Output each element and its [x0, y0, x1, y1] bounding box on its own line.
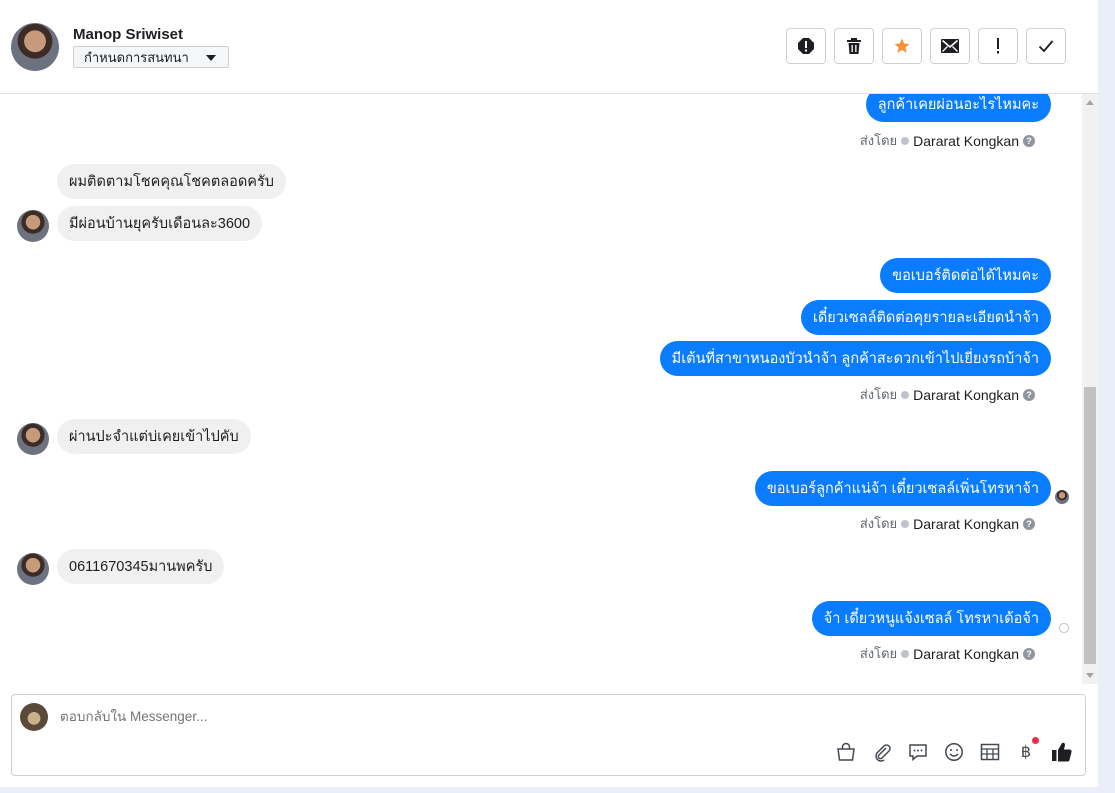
outgoing-message[interactable]: มีเต้นที่สาขาหนองบัวนำจ้า ลูกค้าสะดวกเข้…: [659, 341, 1051, 376]
shop-button[interactable]: [835, 741, 857, 763]
mark-unread-button[interactable]: [930, 28, 970, 64]
sent-by-prefix: ส่งโดย: [859, 646, 898, 661]
sender-status-icon: [901, 390, 910, 399]
message-text: ขอเบอร์ลูกค้าแน่จ้า เดี๋ยวเซลล์เพิ่นโทรห…: [766, 481, 1039, 497]
seen-avatar: [1055, 490, 1069, 504]
calendar-table-icon: [980, 743, 1000, 761]
help-icon[interactable]: ?: [1023, 134, 1035, 147]
message-text: ลูกค้าเคยผ่อนอะไรไหมคะ: [877, 97, 1039, 113]
spam-icon: [798, 38, 814, 54]
sender-name: Dararat Kongkan: [913, 515, 1019, 532]
outgoing-message[interactable]: จ้า เดี๋ยวหนูแจ้งเซลล์ โทรหาเด้อจ้า: [811, 601, 1051, 636]
scroll-down-arrow[interactable]: [1086, 673, 1094, 678]
emoji-button[interactable]: [943, 741, 965, 763]
message-thread[interactable]: ลูกค้าเคยผ่อนอะไรไหมคะ ส่งโดย Dararat Ko…: [0, 94, 1082, 684]
incoming-message[interactable]: มีผ่อนบ้านยุครับเดือนละ3600: [57, 206, 263, 241]
assign-conversation-label: กำหนดการสนทนา: [84, 50, 189, 66]
sender-status-icon: [901, 136, 910, 145]
sent-by-row: ส่งโดย Dararat Kongkan ?: [860, 643, 1035, 664]
outgoing-message[interactable]: ขอเบอร์ติดต่อได้ไหมคะ: [880, 258, 1051, 293]
composer-toolbar: ฿: [835, 737, 1073, 763]
page-avatar: [20, 703, 48, 731]
outgoing-message[interactable]: ขอเบอร์ลูกค้าแน่จ้า เดี๋ยวเซลล์เพิ่นโทรห…: [754, 471, 1051, 506]
saved-replies-button[interactable]: [907, 741, 929, 763]
message-text: ขอเบอร์ติดต่อได้ไหมคะ: [892, 268, 1039, 284]
help-icon[interactable]: ?: [1023, 388, 1035, 401]
sender-status-icon: [901, 519, 910, 528]
message-text: เดี๋ยวเซลล์ติดต่อคุยรายละเอียดนำจ้า: [812, 310, 1039, 326]
outgoing-message[interactable]: เดี๋ยวเซลล์ติดต่อคุยรายละเอียดนำจ้า: [800, 300, 1051, 335]
delivered-icon: [1059, 623, 1069, 633]
assign-conversation-dropdown[interactable]: กำหนดการสนทนา: [73, 46, 229, 68]
sender-name: Dararat Kongkan: [913, 386, 1019, 403]
sender-name: Dararat Kongkan: [913, 645, 1019, 662]
appointment-button[interactable]: [979, 741, 1001, 763]
contact-avatar[interactable]: [17, 553, 49, 585]
contact-name[interactable]: Manop Sriwiset: [73, 26, 183, 43]
sender-name: Dararat Kongkan: [913, 132, 1019, 149]
incoming-message[interactable]: ผ่านปะจำแต่บ่เคยเข้าไปคับ: [57, 419, 251, 454]
paperclip-icon: [875, 744, 891, 762]
speech-bubble-icon: [909, 744, 927, 762]
emoji-icon: [945, 743, 963, 761]
outgoing-message[interactable]: ลูกค้าเคยผ่อนอะไรไหมคะ: [865, 94, 1051, 122]
shop-icon: [837, 742, 855, 761]
message-text: มีผ่อนบ้านยุครับเดือนละ3600: [69, 216, 251, 232]
caret-down-icon: [206, 55, 216, 61]
help-icon[interactable]: ?: [1023, 517, 1035, 530]
notification-dot: [1032, 737, 1039, 744]
sent-by-row: ส่งโดย Dararat Kongkan ?: [860, 130, 1035, 151]
sender-status-icon: [901, 649, 910, 658]
thumbs-up-icon: [1052, 742, 1072, 762]
reply-composer: ฿: [11, 694, 1086, 776]
sent-by-row: ส่งโดย Dararat Kongkan ?: [860, 384, 1035, 405]
attach-button[interactable]: [871, 741, 893, 763]
star-button[interactable]: [882, 28, 922, 64]
message-text: ผ่านปะจำแต่บ่เคยเข้าไปคับ: [69, 429, 239, 445]
sent-by-prefix: ส่งโดย: [859, 387, 898, 402]
scroll-up-arrow[interactable]: [1086, 100, 1094, 105]
sent-by-prefix: ส่งโดย: [859, 516, 898, 531]
baht-icon: ฿: [1020, 744, 1032, 761]
help-icon[interactable]: ?: [1023, 647, 1035, 660]
incoming-message[interactable]: ผมติดตามโชคคุณโชคตลอดครับ: [57, 164, 286, 199]
contact-avatar[interactable]: [17, 210, 49, 242]
conversation-panel: Manop Sriwiset กำหนดการสนทนา ลูกค้าเคยผ่…: [0, 0, 1098, 787]
incoming-message[interactable]: 0611670345มานพครับ: [57, 549, 225, 584]
contact-avatar[interactable]: [17, 423, 49, 455]
scroll-thumb[interactable]: [1084, 387, 1096, 664]
conversation-header: Manop Sriwiset กำหนดการสนทนา: [0, 0, 1098, 94]
envelope-icon: [941, 39, 959, 53]
payment-button[interactable]: ฿: [1015, 737, 1039, 763]
conversation-toolbar: [786, 28, 1066, 64]
checkmark-icon: [1038, 40, 1054, 53]
mark-spam-button[interactable]: [786, 28, 826, 64]
like-button[interactable]: [1051, 741, 1073, 763]
sent-by-prefix: ส่งโดย: [859, 133, 898, 148]
sent-by-row: ส่งโดย Dararat Kongkan ?: [860, 513, 1035, 534]
thread-scrollbar[interactable]: [1082, 94, 1098, 684]
follow-up-button[interactable]: [978, 28, 1018, 64]
exclamation-icon: [997, 38, 999, 54]
message-text: 0611670345มานพครับ: [69, 559, 213, 575]
message-text: จ้า เดี๋ยวหนูแจ้งเซลล์ โทรหาเด้อจ้า: [823, 611, 1039, 627]
mark-done-button[interactable]: [1026, 28, 1066, 64]
message-text: มีเต้นที่สาขาหนองบัวนำจ้า ลูกค้าสะดวกเข้…: [671, 351, 1039, 367]
delete-button[interactable]: [834, 28, 874, 64]
contact-avatar[interactable]: [11, 23, 59, 71]
star-icon: [894, 38, 910, 53]
reply-input[interactable]: [60, 709, 760, 724]
trash-icon: [847, 38, 861, 54]
message-text: ผมติดตามโชคคุณโชคตลอดครับ: [69, 174, 274, 190]
